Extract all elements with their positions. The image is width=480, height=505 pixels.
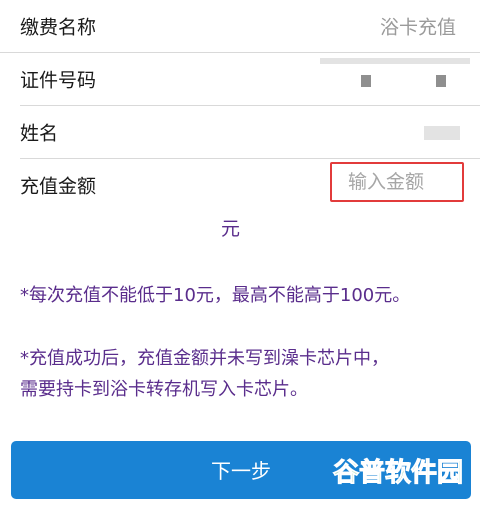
watermark-logo: 谷普软件园 (333, 457, 464, 489)
id-number-redaction (436, 75, 446, 87)
watermark-text: 谷普软件园 (333, 457, 463, 488)
payment-name-label: 缴费名称 (20, 16, 97, 39)
name-row: 姓名 (0, 106, 480, 158)
payment-name-row: 缴费名称 浴卡充值 (0, 0, 480, 52)
notice-amount-limit: *每次充值不能低于10元，最高不能高于100元。 (20, 285, 411, 306)
id-number-label: 证件号码 (20, 69, 97, 92)
amount-unit: 元 (221, 218, 241, 240)
amount-input[interactable] (330, 162, 464, 202)
notice-write-card-line1: *充值成功后，充值金额并未写到澡卡芯片中， (20, 348, 389, 369)
payment-name-value: 浴卡充值 (379, 16, 456, 39)
amount-label: 充值金额 (20, 175, 97, 198)
id-number-redaction-blur (320, 58, 470, 64)
id-number-row: 证件号码 (0, 53, 480, 105)
id-number-redaction (361, 75, 371, 87)
notice-write-card-line2: 需要持卡到浴卡转存机写入卡芯片。 (20, 379, 308, 400)
name-label: 姓名 (20, 122, 59, 145)
name-redaction (424, 126, 460, 140)
